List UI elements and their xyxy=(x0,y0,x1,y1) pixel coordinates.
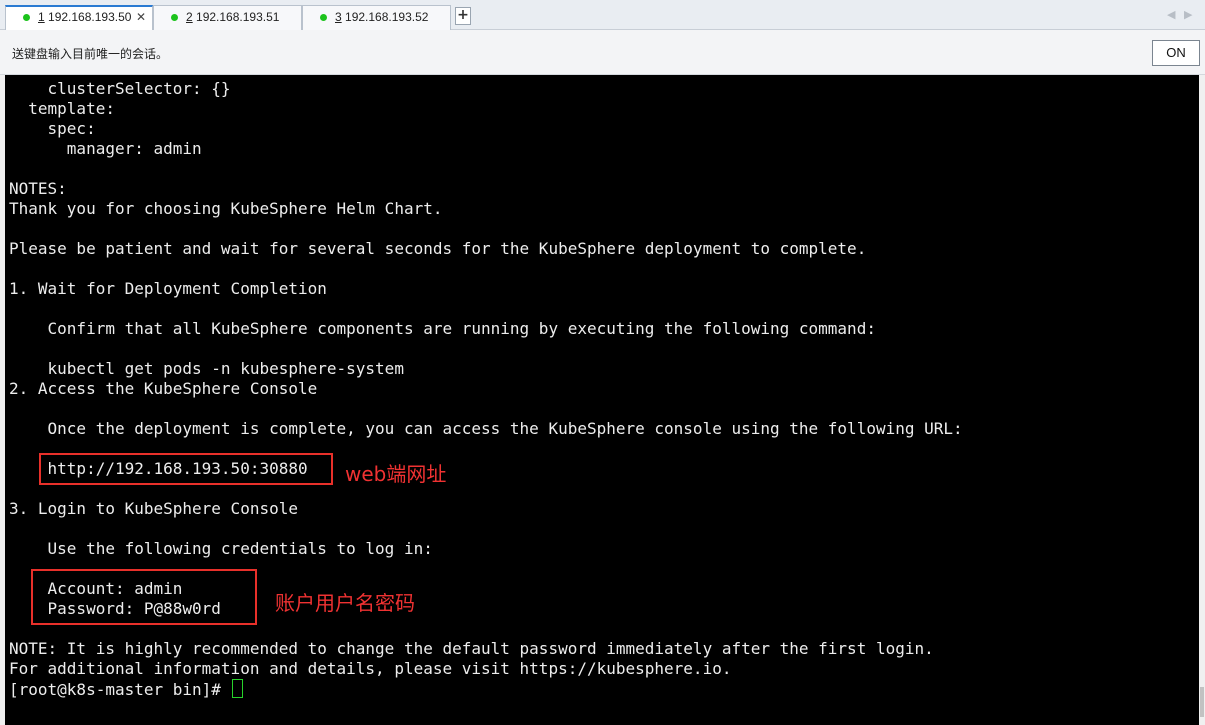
credentials-annotation: 账户用户名密码 xyxy=(275,591,415,615)
terminal-output[interactable]: clusterSelector: {} template: spec: mana… xyxy=(5,75,1199,725)
credentials-highlight-box xyxy=(31,569,257,625)
new-tab-button[interactable]: + xyxy=(455,7,471,25)
terminal-line: Please be patient and wait for several s… xyxy=(9,239,867,258)
connected-status-icon xyxy=(23,14,30,21)
terminal-line: template: xyxy=(9,99,115,118)
session-tab-label: 1 192.168.193.50 xyxy=(38,10,132,24)
session-tab-1[interactable]: 1 192.168.193.50 ✕ xyxy=(5,5,153,30)
shell-prompt-line[interactable]: [root@k8s-master bin]# xyxy=(9,679,243,699)
terminal-line: 3. Login to KubeSphere Console xyxy=(9,499,298,518)
session-tab-2[interactable]: 2 192.168.193.51 xyxy=(153,5,302,30)
connected-status-icon xyxy=(320,14,327,21)
url-highlight-box xyxy=(39,453,333,485)
session-tab-bar: 1 192.168.193.50 ✕ 2 192.168.193.51 3 19… xyxy=(0,0,1205,30)
session-tab-label: 3 192.168.193.52 xyxy=(335,10,429,24)
terminal-scrollbar[interactable] xyxy=(1199,75,1205,725)
connected-status-icon xyxy=(171,14,178,21)
terminal-cursor xyxy=(231,679,243,698)
terminal-line: Use the following credentials to log in: xyxy=(9,539,433,558)
terminal-line: manager: admin xyxy=(9,139,202,158)
shell-prompt: [root@k8s-master bin]# xyxy=(9,680,231,699)
url-annotation: web端网址 xyxy=(345,462,447,486)
terminal-line: spec: xyxy=(9,119,96,138)
scrollbar-thumb[interactable] xyxy=(1200,687,1204,717)
broadcast-input-message: 送键盘输入目前唯一的会话。 xyxy=(12,47,169,61)
terminal-line: 2. Access the KubeSphere Console xyxy=(9,379,318,398)
terminal-line: 1. Wait for Deployment Completion xyxy=(9,279,327,298)
scroll-tabs-right-icon[interactable]: ▶ xyxy=(1184,8,1192,21)
broadcast-toggle-button[interactable]: ON xyxy=(1152,40,1200,66)
terminal-line: clusterSelector: {} xyxy=(9,79,231,98)
scroll-tabs-left-icon[interactable]: ◀ xyxy=(1167,8,1175,21)
terminal-line: For additional information and details, … xyxy=(9,659,732,678)
close-tab-icon[interactable]: ✕ xyxy=(136,7,146,28)
terminal-line: NOTES: xyxy=(9,179,67,198)
terminal-line: Thank you for choosing KubeSphere Helm C… xyxy=(9,199,443,218)
session-tab-label: 2 192.168.193.51 xyxy=(186,10,280,24)
session-tab-3[interactable]: 3 192.168.193.52 xyxy=(302,5,451,30)
terminal-window: 1 192.168.193.50 ✕ 2 192.168.193.51 3 19… xyxy=(0,0,1205,725)
terminal-line: NOTE: It is highly recommended to change… xyxy=(9,639,934,658)
broadcast-input-bar: 送键盘输入目前唯一的会话。 ON xyxy=(0,30,1205,75)
terminal-line: kubectl get pods -n kubesphere-system xyxy=(9,359,404,378)
terminal-line: Once the deployment is complete, you can… xyxy=(9,419,963,438)
terminal-line: Confirm that all KubeSphere components a… xyxy=(9,319,876,338)
